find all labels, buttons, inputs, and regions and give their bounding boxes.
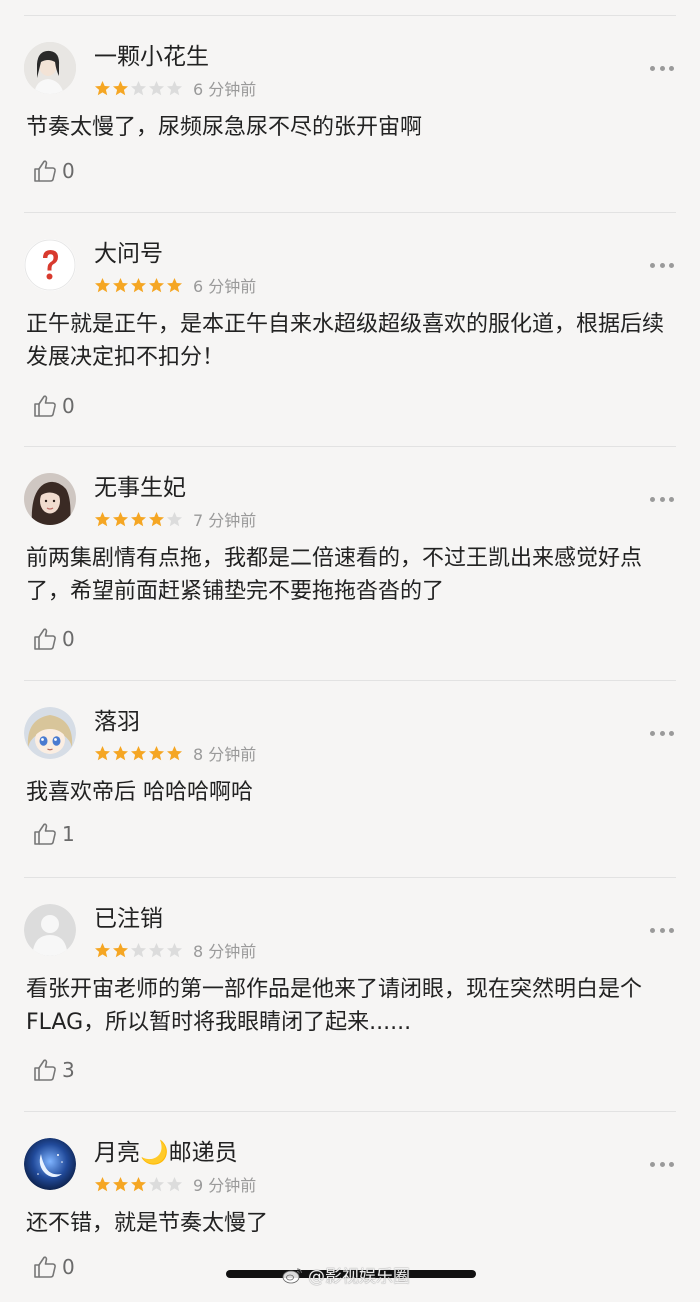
star-filled-icon [113,942,128,957]
star-rating [94,1176,183,1193]
watermark-text: @影视娱乐圈 [308,1267,410,1287]
comment-meta: 6 分钟前 [94,78,257,99]
user-avatar[interactable] [24,904,76,956]
star-filled-icon [113,745,128,760]
star-empty-icon [131,942,146,957]
like-button[interactable]: 1 [32,821,75,847]
timestamp: 7 分钟前 [193,511,257,530]
star-filled-icon [113,1176,128,1191]
star-empty-icon [167,80,182,95]
like-count: 0 [62,394,75,418]
comment-text: 前两集剧情有点拖，我都是二倍速看的，不过王凯出来感觉好点了，希望前面赶紧铺垫完不… [26,546,643,604]
user-avatar[interactable] [24,1138,76,1190]
user-avatar[interactable] [24,707,76,759]
comment-item: 一颗小花生 6 分钟前 节奏太慢了，尿频尿急尿不尽的张开宙啊 0 [24,16,676,213]
username[interactable]: 已注销 [94,904,163,934]
comment-item: 已注销 8 分钟前 看张开宙老师的第一部作品是他来了请闭眼，现在突然明白是个FL… [24,878,676,1112]
star-filled-icon [95,942,110,957]
comment-item: 大问号 6 分钟前 正午就是正午，是本正午自来水超级超级喜欢的服化道，根据后续发… [24,213,676,447]
comment-text: 节奏太慢了，尿频尿急尿不尽的张开宙啊 [26,115,423,140]
star-filled-icon [131,277,146,292]
thumbs-up-icon [34,628,56,650]
star-filled-icon [95,277,110,292]
star-rating [94,942,183,959]
star-filled-icon [167,745,182,760]
timestamp: 9 分钟前 [193,1176,257,1195]
thumbs-up-icon [34,160,56,182]
star-filled-icon [113,80,128,95]
star-filled-icon [113,511,128,526]
like-button[interactable]: 0 [32,626,75,652]
star-filled-icon [131,745,146,760]
timestamp: 8 分钟前 [193,745,257,764]
star-rating [94,277,183,294]
comment-text: 正午就是正午，是本正午自来水超级超级喜欢的服化道，根据后续发展决定扣不扣分！ [26,312,665,370]
comment-meta: 8 分钟前 [94,743,257,764]
more-options-icon[interactable] [650,729,674,737]
comment-text: 还不错，就是节奏太慢了 [26,1211,269,1236]
star-empty-icon [131,80,146,95]
username[interactable]: 落羽 [94,707,140,737]
weibo-logo-icon [282,1268,302,1283]
star-filled-icon [149,277,164,292]
username[interactable]: 大问号 [94,239,163,269]
star-rating [94,80,183,97]
more-options-icon[interactable] [650,926,674,934]
user-avatar[interactable] [24,473,76,525]
star-filled-icon [95,745,110,760]
star-filled-icon [95,1176,110,1191]
comment-meta: 6 分钟前 [94,275,257,296]
comment-meta: 8 分钟前 [94,940,257,961]
timestamp: 6 分钟前 [193,277,257,296]
star-filled-icon [131,511,146,526]
star-filled-icon [149,745,164,760]
like-count: 0 [62,627,75,651]
like-button[interactable]: 0 [32,393,75,419]
username[interactable]: 无事生妃 [94,473,186,503]
star-filled-icon [95,511,110,526]
like-button[interactable]: 0 [32,1254,75,1280]
star-filled-icon [149,511,164,526]
comment-text: 我喜欢帝后 哈哈哈啊哈 [26,780,253,805]
star-filled-icon [131,1176,146,1191]
star-empty-icon [149,80,164,95]
more-options-icon[interactable] [650,1160,674,1168]
user-avatar[interactable] [24,42,76,94]
timestamp: 6 分钟前 [193,80,257,99]
star-empty-icon [167,1176,182,1191]
comment-meta: 9 分钟前 [94,1174,257,1195]
star-empty-icon [149,1176,164,1191]
comment-item: 无事生妃 7 分钟前 前两集剧情有点拖，我都是二倍速看的，不过王凯出来感觉好点了… [24,447,676,681]
watermark: @影视娱乐圈 [282,1262,410,1287]
username[interactable]: 一颗小花生 [94,42,209,72]
comment-list: 一颗小花生 6 分钟前 节奏太慢了，尿频尿急尿不尽的张开宙啊 0 大问号 6 分… [0,16,700,1302]
username[interactable]: 月亮🌙邮递员 [94,1138,238,1168]
timestamp: 8 分钟前 [193,942,257,961]
like-button[interactable]: 0 [32,158,75,184]
more-options-icon[interactable] [650,261,674,269]
like-count: 3 [62,1058,75,1082]
like-count: 1 [62,822,75,846]
thumbs-up-icon [34,823,56,845]
like-button[interactable]: 3 [32,1057,75,1083]
more-options-icon[interactable] [650,64,674,72]
star-empty-icon [167,942,182,957]
thumbs-up-icon [34,395,56,417]
star-empty-icon [149,942,164,957]
thumbs-up-icon [34,1059,56,1081]
thumbs-up-icon [34,1256,56,1278]
comment-meta: 7 分钟前 [94,509,257,530]
comment-text: 看张开宙老师的第一部作品是他来了请闭眼，现在突然明白是个FLAG，所以暂时将我眼… [26,977,643,1035]
comment-item: 落羽 8 分钟前 我喜欢帝后 哈哈哈啊哈 1 [24,681,676,878]
more-options-icon[interactable] [650,495,674,503]
like-count: 0 [62,1255,75,1279]
star-filled-icon [95,80,110,95]
star-filled-icon [167,277,182,292]
star-rating [94,745,183,762]
user-avatar[interactable] [24,239,76,291]
star-filled-icon [113,277,128,292]
star-empty-icon [167,511,182,526]
like-count: 0 [62,159,75,183]
star-rating [94,511,183,528]
